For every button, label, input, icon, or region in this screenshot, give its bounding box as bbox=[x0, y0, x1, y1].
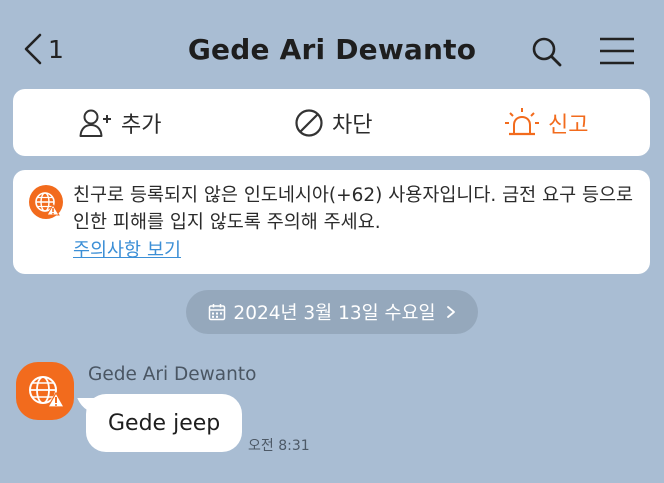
menu-icon[interactable] bbox=[599, 36, 635, 66]
date-label: 2024년 3월 13일 수요일 bbox=[233, 303, 436, 324]
chevron-right-icon bbox=[446, 306, 455, 318]
chat-title: Gede Ari Dewanto bbox=[187, 33, 477, 66]
add-friend-label: 추가 bbox=[121, 112, 162, 138]
globe-warning-icon bbox=[29, 185, 63, 219]
message-bubble[interactable]: Gede jeep bbox=[86, 394, 243, 452]
message-sender: Gede Ari Dewanto bbox=[88, 364, 257, 385]
action-bar: 추가 차단 신고 bbox=[13, 89, 650, 156]
avatar[interactable] bbox=[16, 362, 74, 420]
chat-header: 1 Gede Ari Dewanto bbox=[0, 0, 664, 88]
report-button[interactable]: 신고 bbox=[504, 89, 588, 156]
add-friend-button[interactable]: 추가 bbox=[79, 89, 161, 156]
calendar-icon bbox=[209, 304, 226, 321]
block-button[interactable]: 차단 bbox=[294, 89, 372, 156]
message-time: 오전 8:31 bbox=[248, 438, 310, 454]
warning-details-link[interactable]: 주의사항 보기 bbox=[73, 236, 181, 262]
siren-icon bbox=[505, 107, 539, 135]
add-friend-icon bbox=[79, 109, 111, 137]
date-divider[interactable]: 2024년 3월 13일 수요일 bbox=[186, 290, 478, 334]
warning-card: 친구로 등록되지 않은 인도네시아(+62) 사용자입니다. 금전 요구 등으로… bbox=[13, 170, 650, 274]
warning-message: 친구로 등록되지 않은 인도네시아(+62) 사용자입니다. 금전 요구 등으로… bbox=[73, 185, 634, 233]
report-label: 신고 bbox=[548, 112, 589, 138]
block-icon bbox=[295, 108, 323, 137]
block-label: 차단 bbox=[332, 112, 373, 138]
search-icon[interactable] bbox=[531, 36, 563, 68]
